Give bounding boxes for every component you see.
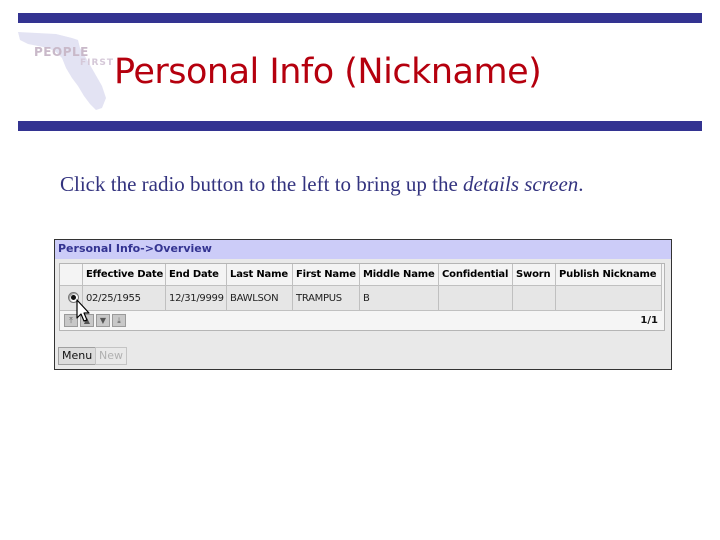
column-header-end-date: End Date <box>165 264 228 286</box>
logo-text-first: FIRST <box>80 58 115 68</box>
column-header-publish-nickname: Publish Nickname <box>555 264 663 286</box>
cell-confidential <box>438 285 514 311</box>
menu-button[interactable]: Menu <box>58 347 97 365</box>
instruction-prefix: Click the radio button to the left to br… <box>60 172 464 196</box>
overview-grid: Effective Date End Date Last Name First … <box>59 263 665 331</box>
table-row[interactable]: 02/25/1955 12/31/9999 BAWLSON TRAMPUS B <box>60 285 663 311</box>
cell-effective-date: 02/25/1955 <box>82 285 167 311</box>
column-header-middle-name: Middle Name <box>359 264 440 286</box>
cell-publish-nickname <box>555 285 663 311</box>
page-title: Personal Info (Nickname) <box>114 52 542 92</box>
cell-middle-name: B <box>359 285 440 311</box>
mouse-pointer-icon <box>76 299 90 322</box>
florida-logo-icon <box>18 32 106 110</box>
page-count: 1/1 <box>640 315 658 326</box>
header-top-bar <box>18 13 702 23</box>
column-header-first-name: First Name <box>292 264 361 286</box>
instruction-emphasis: details screen <box>463 172 579 196</box>
last-page-icon[interactable]: ⤓ <box>112 314 126 327</box>
cell-end-date: 12/31/9999 <box>165 285 228 311</box>
column-header-last-name: Last Name <box>226 264 294 286</box>
new-button[interactable]: New <box>95 347 127 365</box>
panel-title: Personal Info->Overview <box>55 240 671 259</box>
column-header-sworn: Sworn <box>512 264 557 286</box>
overview-panel: Personal Info->Overview Effective Date E… <box>54 239 672 370</box>
cell-sworn <box>512 285 557 311</box>
table-header-row: Effective Date End Date Last Name First … <box>60 264 663 286</box>
select-column-header <box>60 264 83 286</box>
cell-first-name: TRAMPUS <box>292 285 361 311</box>
instruction-suffix: . <box>578 172 584 196</box>
cell-last-name: BAWLSON <box>226 285 294 311</box>
pagination-bar: ⤒ ▲ ▼ ⤓ 1/1 <box>60 312 664 330</box>
overview-table: Effective Date End Date Last Name First … <box>60 264 663 311</box>
next-page-icon[interactable]: ▼ <box>96 314 110 327</box>
logo-text-people: PEOPLE <box>34 45 89 59</box>
instruction-text: Click the radio button to the left to br… <box>60 172 584 197</box>
header-bottom-bar <box>18 121 702 131</box>
column-header-confidential: Confidential <box>438 264 514 286</box>
column-header-effective-date: Effective Date <box>82 264 167 286</box>
